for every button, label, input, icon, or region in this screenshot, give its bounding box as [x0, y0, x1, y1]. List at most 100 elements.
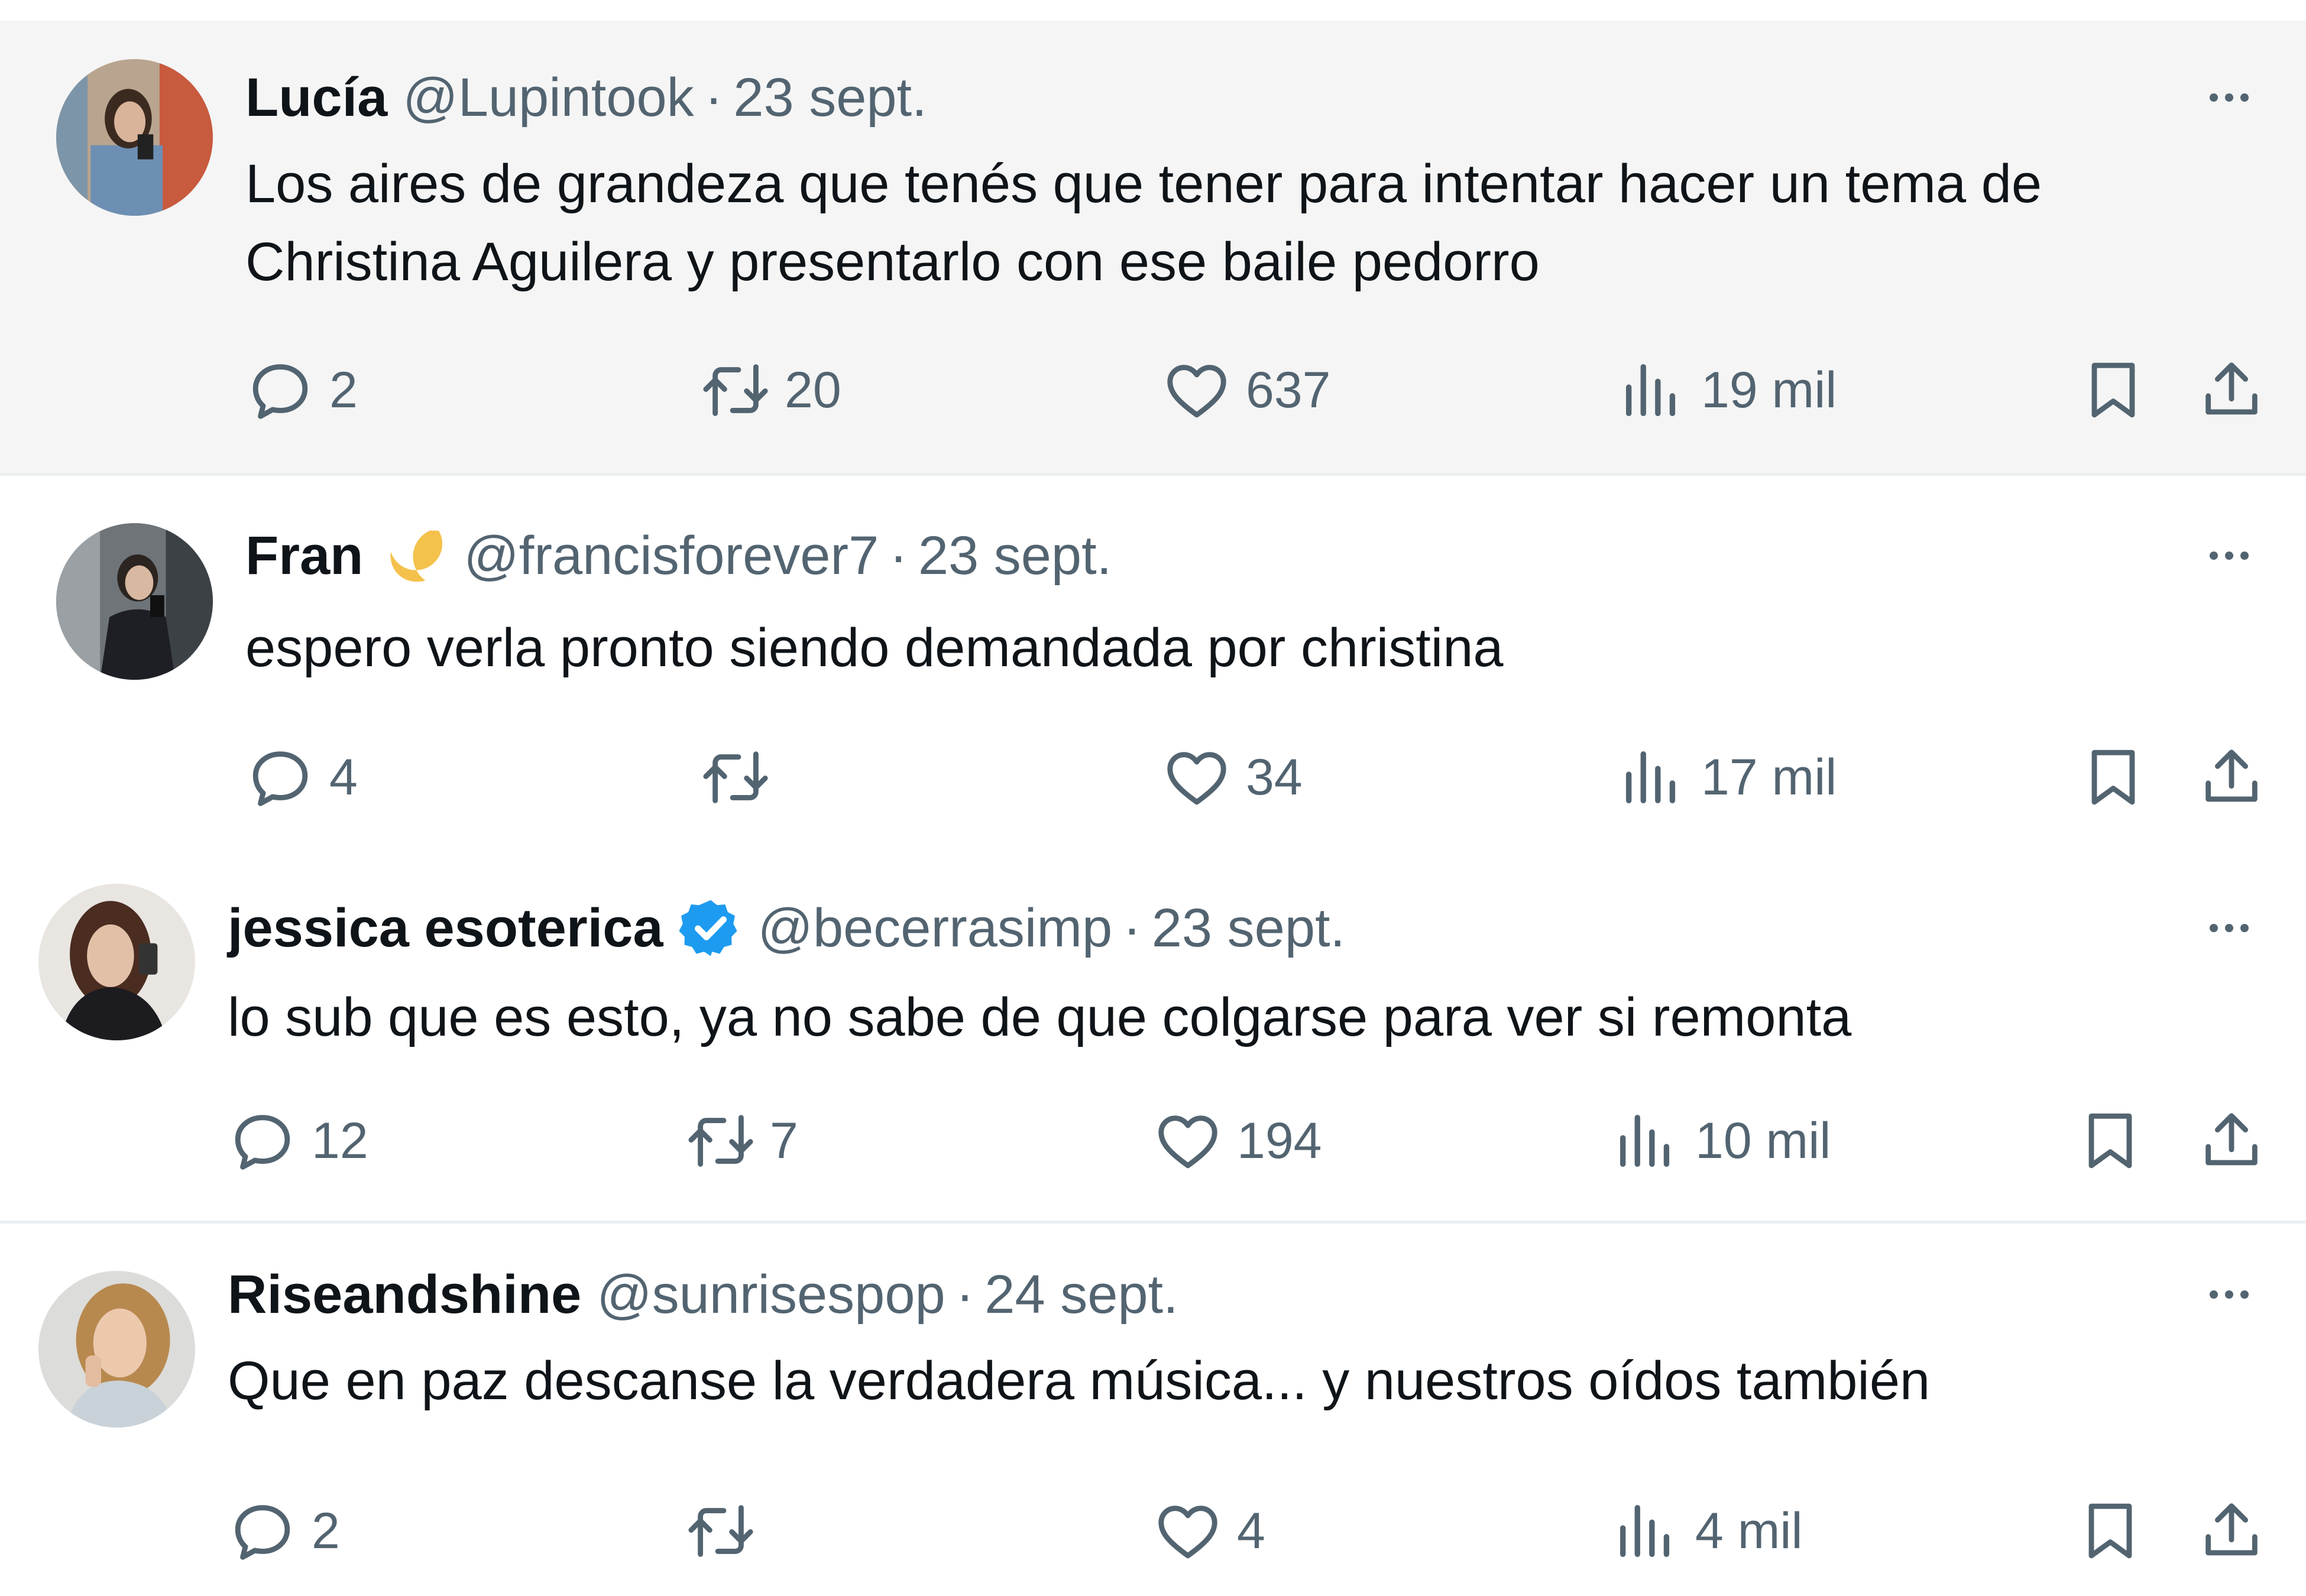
tweet-text: Que en paz descanse la verdadera música.… — [228, 1351, 1931, 1411]
author-handle[interactable]: @Lupintook — [403, 67, 694, 129]
views-count: 19 mil — [1701, 361, 1837, 419]
like-button[interactable]: 637 — [1162, 355, 1331, 426]
separator-dot: · — [1123, 897, 1141, 958]
avatar[interactable] — [56, 523, 213, 680]
reply-count: 2 — [329, 361, 358, 419]
tweet-text: lo sub que es esto, ya no sabe de que co… — [228, 987, 1852, 1047]
tweet-date[interactable]: 23 sept. — [1152, 897, 1345, 959]
avatar[interactable] — [38, 884, 195, 1040]
bookmark-icon — [2088, 1113, 2132, 1169]
tweet-date[interactable]: 24 sept. — [984, 1264, 1178, 1326]
tweet-actions: 4 34 17 mil — [0, 742, 2306, 813]
retweet-button[interactable]: 20 — [701, 355, 841, 426]
tweet-actions: 2 20 637 19 mil — [0, 355, 2306, 426]
reply-icon — [252, 751, 308, 806]
share-button[interactable] — [2197, 355, 2266, 426]
bookmark-icon — [2091, 750, 2135, 805]
author-name[interactable]: jessica esoterica — [228, 897, 663, 959]
top-strip — [0, 0, 2306, 21]
bookmark-button[interactable] — [2075, 1105, 2145, 1176]
tweet-fran[interactable]: Fran @francisforever7 · 23 sept. espero … — [0, 476, 2306, 854]
tweet-jessica[interactable]: jessica esoterica @becerrasimp · 23 sept… — [0, 854, 2306, 1224]
tweet-lucia[interactable]: Lucía @Lupintook · 23 sept. Los aires de… — [0, 21, 2306, 476]
author-name[interactable]: Lucía — [245, 67, 387, 129]
retweet-icon — [688, 1505, 753, 1557]
author-handle[interactable]: @sunrisespop — [597, 1264, 945, 1326]
tweet-actions: 2 4 4 mil — [0, 1496, 2306, 1566]
like-button[interactable]: 194 — [1153, 1105, 1322, 1176]
views-count: 10 mil — [1695, 1112, 1831, 1169]
like-count: 637 — [1246, 361, 1331, 419]
reply-icon — [235, 1115, 290, 1170]
heart-icon — [1167, 365, 1226, 418]
views-chart-icon — [1625, 364, 1676, 417]
more-options-icon[interactable] — [2197, 65, 2262, 130]
author-handle[interactable]: @francisforever7 — [464, 525, 879, 587]
separator-dot: · — [704, 67, 723, 128]
tweet-date[interactable]: 23 sept. — [733, 67, 927, 129]
share-icon — [2205, 1113, 2258, 1166]
retweet-icon — [703, 364, 768, 416]
tweet-text: Los aires de grandeza que tenés que tene… — [245, 154, 2042, 292]
views-button[interactable]: 19 mil — [1617, 355, 1837, 426]
separator-dot: · — [956, 1264, 974, 1325]
tweet-header: jessica esoterica @becerrasimp · 23 sept… — [228, 896, 1345, 961]
bookmark-icon — [2088, 1503, 2132, 1559]
bookmark-button[interactable] — [2078, 355, 2148, 426]
like-button[interactable]: 4 — [1153, 1496, 1265, 1566]
views-count: 17 mil — [1701, 748, 1837, 806]
bookmark-button[interactable] — [2075, 1496, 2145, 1566]
retweet-button[interactable]: 7 — [686, 1105, 798, 1176]
tweet-riseandshine[interactable]: Riseandshine @sunrisespop · 24 sept. Que… — [0, 1224, 2306, 1596]
views-chart-icon — [1620, 1114, 1670, 1167]
retweet-count: 20 — [785, 361, 841, 419]
views-button[interactable]: 4 mil — [1611, 1496, 1803, 1566]
reply-button[interactable]: 2 — [228, 1496, 340, 1566]
avatar[interactable] — [38, 1271, 195, 1428]
views-button[interactable]: 17 mil — [1617, 742, 1837, 813]
share-icon — [2205, 362, 2258, 415]
retweet-icon — [703, 751, 768, 803]
share-button[interactable] — [2197, 1496, 2266, 1566]
reply-icon — [252, 364, 308, 419]
reply-count: 4 — [329, 748, 358, 806]
avatar[interactable] — [56, 59, 213, 216]
reply-button[interactable]: 2 — [245, 355, 358, 426]
like-count: 194 — [1237, 1112, 1322, 1169]
reply-icon — [235, 1505, 290, 1560]
author-name[interactable]: Riseandshine — [228, 1264, 581, 1326]
share-icon — [2205, 1503, 2258, 1556]
more-options-icon[interactable] — [2197, 1262, 2262, 1327]
author-handle[interactable]: @becerrasimp — [758, 897, 1113, 959]
author-name[interactable]: Fran — [245, 525, 363, 587]
more-options-icon[interactable] — [2197, 896, 2262, 961]
reply-count: 2 — [312, 1502, 340, 1559]
bookmark-button[interactable] — [2078, 742, 2148, 813]
like-count: 4 — [1237, 1502, 1265, 1559]
retweet-count: 7 — [770, 1112, 798, 1169]
heart-icon — [1167, 752, 1226, 805]
verified-badge-icon — [678, 900, 737, 956]
reply-button[interactable]: 12 — [228, 1105, 368, 1176]
views-button[interactable]: 10 mil — [1611, 1105, 1831, 1176]
share-button[interactable] — [2197, 742, 2266, 813]
reply-count: 12 — [312, 1112, 368, 1169]
retweet-button[interactable] — [686, 1496, 756, 1566]
retweet-icon — [688, 1115, 753, 1167]
like-count: 34 — [1246, 748, 1303, 806]
bookmark-icon — [2091, 362, 2135, 418]
views-chart-icon — [1620, 1504, 1670, 1558]
crescent-moon-icon — [390, 530, 443, 582]
tweet-date[interactable]: 23 sept. — [918, 525, 1112, 587]
retweet-button[interactable] — [701, 742, 770, 813]
share-icon — [2205, 750, 2258, 802]
more-options-icon[interactable] — [2197, 523, 2262, 588]
reply-button[interactable]: 4 — [245, 742, 358, 813]
like-button[interactable]: 34 — [1162, 742, 1303, 813]
share-button[interactable] — [2197, 1105, 2266, 1176]
separator-dot: · — [889, 525, 908, 586]
tweet-header: Lucía @Lupintook · 23 sept. — [245, 65, 927, 130]
tweet-text: espero verla pronto siendo demandada por… — [245, 618, 1504, 678]
tweet-header: Riseandshine @sunrisespop · 24 sept. — [228, 1262, 1178, 1327]
views-chart-icon — [1625, 751, 1676, 804]
